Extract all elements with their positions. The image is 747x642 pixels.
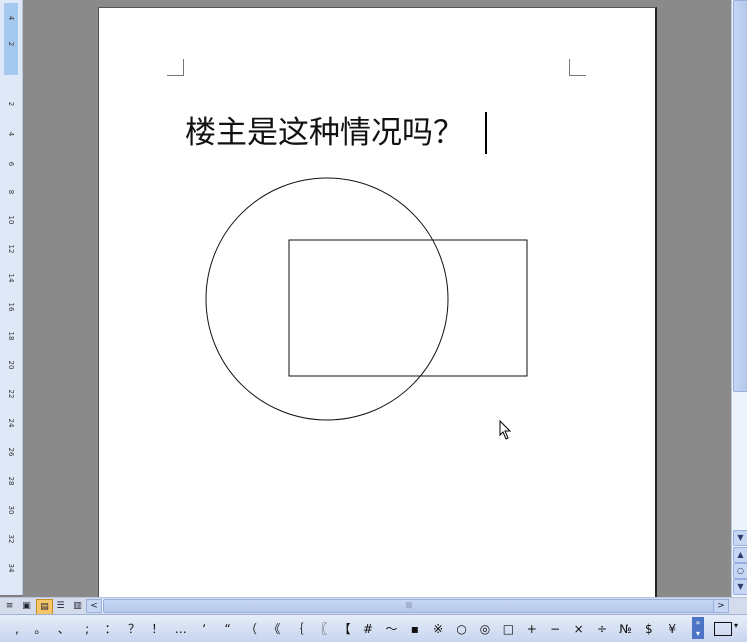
symbol-button[interactable]: （ — [240, 620, 262, 638]
ruler-label: 20 — [7, 360, 15, 370]
symbol-button[interactable]: ▪ — [404, 620, 426, 638]
ruler-label: 22 — [7, 389, 15, 399]
symbol-button[interactable]: … — [170, 620, 192, 638]
ruler-label: 14 — [7, 273, 15, 283]
ruler-label: 4 — [7, 131, 15, 137]
ruler-label: 12 — [7, 244, 15, 254]
symbol-button[interactable]: ¥ — [661, 620, 683, 638]
symbol-button[interactable]: 【 — [334, 620, 356, 638]
vertical-scroll-thumb[interactable] — [733, 0, 747, 392]
normal-view-button[interactable]: ≡ — [2, 599, 17, 613]
symbol-button[interactable]: ※ — [427, 620, 449, 638]
rectangle-tool-icon[interactable] — [714, 622, 732, 636]
drawing-canvas — [205, 177, 528, 421]
view-and-scroll-bar: ≡ ▣ ▤ ☰ ▥ < ||| > — [0, 597, 747, 615]
ruler-label: 2 — [7, 101, 15, 107]
ruler-label: 2 — [7, 41, 15, 47]
scroll-down-button[interactable]: ▼ — [733, 530, 747, 546]
dropdown-arrow-icon[interactable]: ▾ — [734, 621, 738, 630]
symbol-button[interactable]: $ — [638, 620, 660, 638]
ruler-label: 4 — [7, 15, 15, 21]
symbol-button[interactable]: 《 — [263, 620, 285, 638]
symbol-button[interactable]: + — [521, 620, 543, 638]
ruler-label: 30 — [7, 505, 15, 515]
ruler-label: 10 — [7, 215, 15, 225]
symbol-button[interactable]: 、 — [53, 620, 75, 638]
document-page[interactable]: 楼主是这种情况吗？ — [98, 7, 657, 608]
scroll-right-button[interactable]: > — [713, 599, 729, 613]
symbol-button[interactable]: ; — [76, 620, 98, 638]
vertical-ruler: 4 2 2 4 6 8 10 12 14 16 18 20 22 24 26 28 30 32 34 — [0, 0, 23, 595]
rectangle-shape[interactable] — [288, 239, 528, 377]
reading-view-button[interactable]: ▥ — [70, 599, 85, 613]
ruler-label: 6 — [7, 161, 15, 167]
previous-page-button[interactable]: ▲ — [733, 547, 747, 563]
ruler-label: 28 — [7, 476, 15, 486]
symbol-button[interactable]: ‘ — [193, 620, 215, 638]
select-browse-object-button[interactable]: ○ — [733, 563, 747, 579]
symbol-button[interactable]: ： — [100, 620, 122, 638]
ruler-label: 34 — [7, 563, 15, 573]
symbol-button[interactable]: ÷ — [591, 620, 613, 638]
toolbar-options-button[interactable]: » ▾ — [692, 617, 704, 639]
symbol-button[interactable]: ◎ — [474, 620, 496, 638]
symbol-button[interactable]: № — [614, 620, 636, 638]
symbol-button[interactable]: ｛ — [287, 620, 309, 638]
ruler-label: 18 — [7, 331, 15, 341]
symbol-button[interactable]: , — [6, 620, 28, 638]
ruler-label: 8 — [7, 189, 15, 195]
ruler-label: 24 — [7, 418, 15, 428]
ruler-label: 16 — [7, 302, 15, 312]
symbol-button[interactable]: ？ — [123, 620, 145, 638]
web-view-button[interactable]: ▣ — [19, 599, 34, 613]
outline-view-button[interactable]: ☰ — [53, 599, 68, 613]
symbol-button[interactable]: ○ — [451, 620, 473, 638]
vertical-scrollbar[interactable]: ▼ ▲ ○ ▼ — [731, 0, 747, 597]
symbol-button[interactable]: “ — [217, 620, 239, 638]
symbol-button[interactable]: □ — [497, 620, 519, 638]
ruler-label: 32 — [7, 534, 15, 544]
symbol-button[interactable]: 〖 — [310, 620, 332, 638]
mouse-pointer-icon — [499, 420, 512, 440]
symbol-button[interactable]: 。 — [29, 620, 51, 638]
scroll-left-button[interactable]: < — [86, 599, 102, 613]
symbol-button[interactable]: − — [544, 620, 566, 638]
symbol-toolbar: ,。、;：？！… ‘“（《｛〖【# ～ ▪ ※ ○ ◎ □ + − × ÷ № $ ¥ » ▾ ▾ — [0, 614, 747, 642]
symbol-button[interactable]: ！ — [146, 620, 168, 638]
print-view-button[interactable]: ▤ — [36, 599, 53, 615]
ruler-label: 26 — [7, 447, 15, 457]
symbol-button[interactable]: # — [357, 620, 379, 638]
horizontal-scroll-thumb[interactable]: ||| — [103, 599, 715, 613]
horizontal-scrollbar[interactable]: < ||| > — [86, 599, 729, 613]
symbol-button[interactable]: × — [568, 620, 590, 638]
symbol-button[interactable]: ～ — [380, 620, 402, 638]
next-page-button[interactable]: ▼ — [733, 579, 747, 595]
circle-shape[interactable] — [205, 177, 449, 421]
